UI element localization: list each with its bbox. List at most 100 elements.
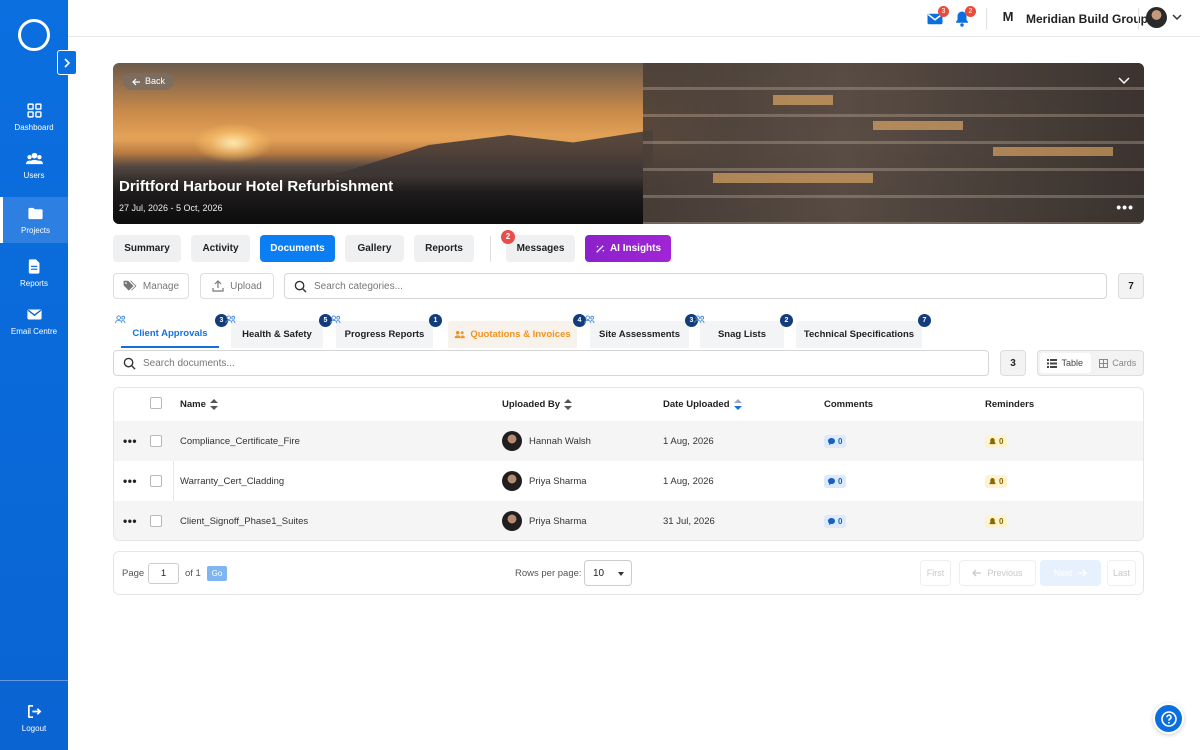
upload-button[interactable]: Upload	[200, 273, 274, 299]
category-tab-site-assessments[interactable]: Site Assessments 3	[584, 314, 698, 348]
sort-icon[interactable]	[564, 399, 573, 410]
comments-count: 0	[838, 476, 843, 486]
chevron-right-icon	[64, 57, 71, 68]
chevron-down-icon[interactable]	[1172, 13, 1182, 21]
more-options-button[interactable]: •••	[1116, 199, 1134, 215]
tags-icon	[123, 280, 137, 291]
document-name[interactable]: Client_Signoff_Phase1_Suites	[180, 501, 308, 540]
category-tab-client-approvals[interactable]: Client Approvals 3	[115, 314, 228, 348]
document-name[interactable]: Compliance_Certificate_Fire	[180, 421, 300, 461]
category-tab-quotations-invoices[interactable]: Quotations & Invoices 4	[448, 314, 586, 348]
reminders-badge[interactable]: 0	[985, 514, 1008, 528]
category-tab-progress-reports[interactable]: Progress Reports 1	[330, 314, 442, 348]
sidebar-item-dashboard[interactable]: Dashboard	[0, 94, 68, 140]
logout-button[interactable]: Logout	[0, 695, 68, 741]
cards-view-button[interactable]: Cards	[1093, 351, 1144, 375]
caret-down-icon	[618, 572, 624, 576]
row-actions-button[interactable]: •••	[123, 461, 137, 501]
first-page-button[interactable]: First	[920, 560, 951, 586]
category-tab-snag-lists[interactable]: Snag Lists 2	[694, 314, 793, 348]
tab-activity[interactable]: Activity	[191, 235, 250, 262]
checkbox[interactable]	[150, 515, 162, 527]
search-categories-placeholder: Search categories...	[314, 280, 403, 292]
company-name[interactable]: Meridian Build Group	[1026, 12, 1148, 26]
category-label: Snag Lists	[717, 329, 767, 340]
sidebar-item-users[interactable]: Users	[0, 142, 68, 188]
rows-per-page-select[interactable]: 10	[584, 560, 632, 586]
logout-icon	[27, 704, 41, 719]
comment-icon	[828, 517, 835, 525]
divider	[490, 236, 491, 262]
search-documents-placeholder: Search documents...	[143, 357, 235, 369]
hero-image-building	[643, 63, 1144, 224]
category-label: Quotations & Invoices	[470, 329, 571, 340]
table-view-button[interactable]: Table	[1040, 353, 1091, 373]
category-tab-health-safety[interactable]: Health & Safety 5	[225, 314, 332, 348]
comments-badge[interactable]: 0	[824, 434, 847, 448]
next-label: Next	[1053, 568, 1073, 578]
reminders-count: 0	[999, 476, 1004, 486]
messages-button[interactable]: 3	[926, 6, 949, 28]
table-row[interactable]: ••• Client_Signoff_Phase1_Suites Priya S…	[114, 501, 1143, 540]
table-row[interactable]: ••• Warranty_Cert_Cladding Priya Sharma …	[114, 461, 1143, 501]
document-name[interactable]: Warranty_Cert_Cladding	[180, 461, 284, 501]
previous-page-button[interactable]: Previous	[959, 560, 1036, 586]
hero-image-window	[993, 147, 1113, 156]
comments-badge[interactable]: 0	[824, 514, 847, 528]
back-button[interactable]: Back	[123, 73, 175, 90]
sidebar-item-projects[interactable]: Projects	[0, 197, 68, 243]
documents-table: Name Uploaded By Date Uploaded Comments …	[113, 387, 1144, 541]
uploader-cell: Hannah Walsh	[502, 421, 591, 461]
cards-view-label: Cards	[1112, 358, 1137, 368]
column-header-date-uploaded[interactable]: Date Uploaded	[663, 399, 742, 410]
page-number-input[interactable]: 1	[148, 563, 179, 584]
chevron-down-icon[interactable]	[1118, 77, 1130, 85]
select-all-checkbox[interactable]	[150, 397, 162, 409]
sidebar-toggle-button[interactable]	[57, 50, 77, 75]
tab-reports[interactable]: Reports	[414, 235, 474, 262]
reminders-cell: 0	[985, 501, 1008, 540]
avatar	[502, 511, 522, 531]
row-actions-button[interactable]: •••	[123, 421, 137, 461]
comments-count: 0	[838, 436, 843, 446]
search-documents-input[interactable]: Search documents...	[113, 350, 989, 376]
help-button[interactable]	[1153, 703, 1184, 734]
mail-icon	[26, 309, 42, 320]
category-tab-technical-specifications[interactable]: Technical Specifications 7	[796, 314, 931, 348]
checkbox[interactable]	[150, 475, 162, 487]
tab-documents[interactable]: Documents	[260, 235, 335, 262]
tab-gallery[interactable]: Gallery	[345, 235, 404, 262]
search-categories-input[interactable]: Search categories...	[284, 273, 1107, 299]
uploader-name: Priya Sharma	[529, 475, 587, 487]
checkbox[interactable]	[150, 435, 162, 447]
grid-icon	[1099, 358, 1109, 368]
tab-messages[interactable]: Messages	[506, 235, 575, 262]
checkbox[interactable]	[150, 397, 162, 409]
sort-desc-icon[interactable]	[733, 399, 742, 410]
row-checkbox-cell	[150, 501, 162, 540]
reminders-badge[interactable]: 0	[985, 474, 1008, 488]
user-avatar[interactable]	[1146, 7, 1167, 28]
sort-icon[interactable]	[209, 399, 218, 410]
magic-wand-icon	[596, 244, 605, 253]
column-header-uploaded-by[interactable]: Uploaded By	[502, 399, 573, 410]
comments-badge[interactable]: 0	[824, 474, 847, 488]
last-page-button[interactable]: Last	[1107, 560, 1136, 586]
app-logo[interactable]	[18, 19, 50, 51]
column-header-name[interactable]: Name	[180, 399, 218, 410]
row-actions-button[interactable]: •••	[123, 501, 137, 540]
avatar	[502, 471, 522, 491]
go-button[interactable]: Go	[207, 566, 227, 581]
next-page-button[interactable]: Next	[1040, 560, 1101, 586]
notifications-button[interactable]: 2	[953, 6, 976, 28]
sidebar-item-reports[interactable]: Reports	[0, 250, 68, 296]
tab-summary[interactable]: Summary	[113, 235, 181, 262]
tab-ai-insights[interactable]: AI Insights	[585, 235, 671, 262]
manage-button[interactable]: Manage	[113, 273, 189, 299]
reminders-count: 0	[999, 516, 1004, 526]
dashboard-icon	[26, 103, 42, 118]
sidebar-item-email-centre[interactable]: Email Centre	[0, 298, 68, 344]
table-row[interactable]: ••• Compliance_Certificate_Fire Hannah W…	[114, 421, 1143, 461]
comments-count: 0	[838, 516, 843, 526]
reminders-badge[interactable]: 0	[985, 434, 1008, 448]
